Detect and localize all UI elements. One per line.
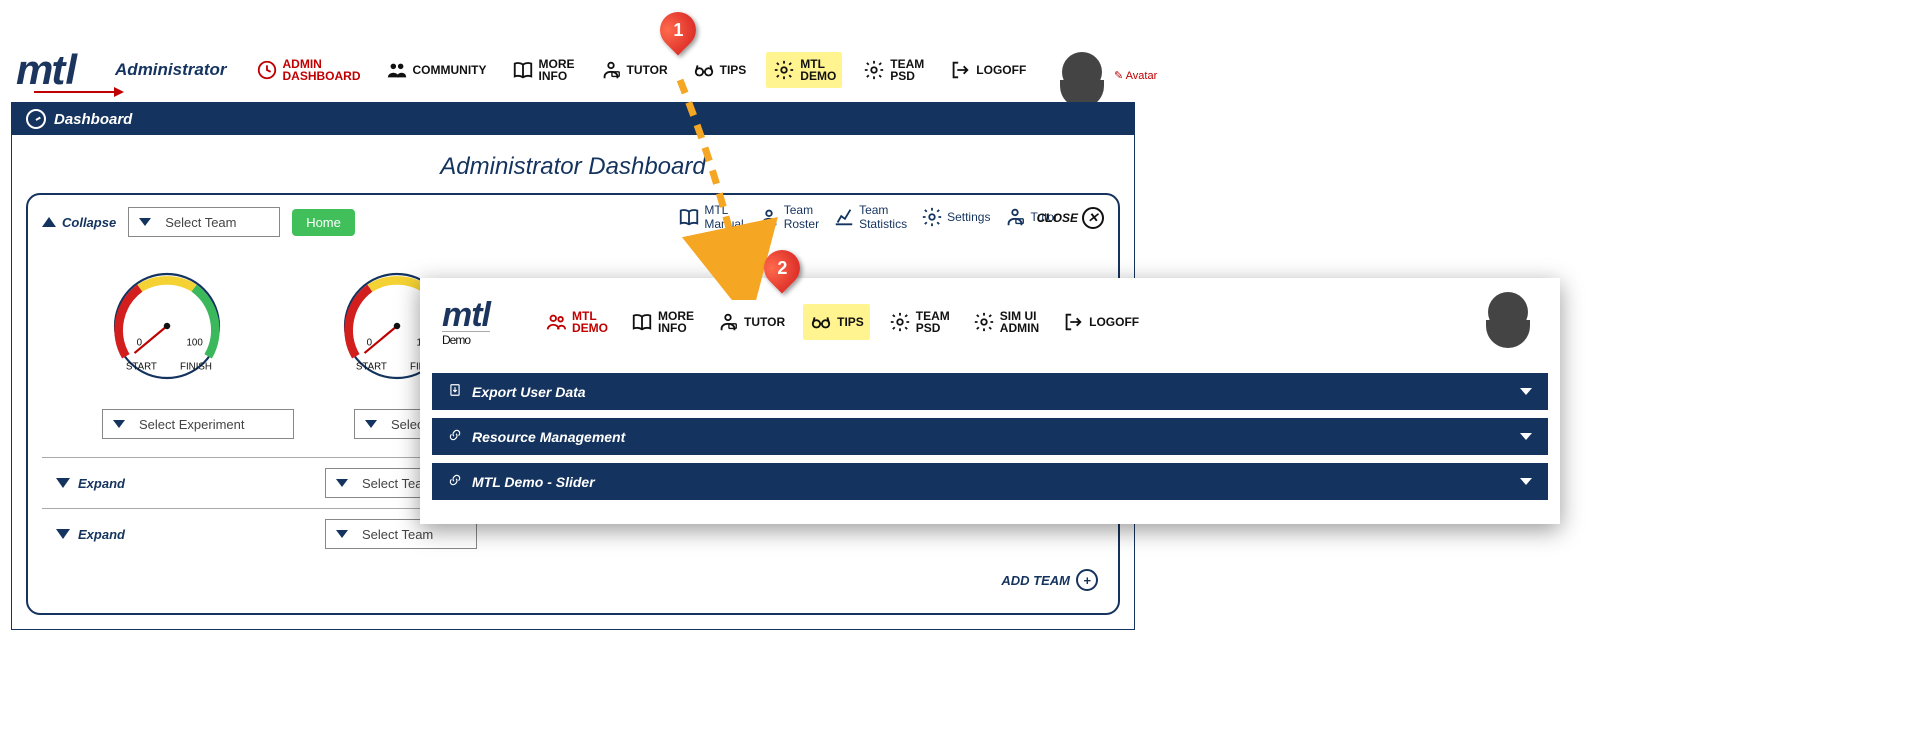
logoff-icon — [948, 58, 972, 82]
people-icon — [385, 58, 409, 82]
link-icon — [448, 428, 462, 445]
book-icon — [630, 310, 654, 334]
stats-icon — [833, 206, 855, 228]
mtl-manual-button[interactable]: MTL Manual — [678, 203, 743, 231]
people-icon — [544, 310, 568, 334]
settings-button[interactable]: Settings — [921, 206, 990, 228]
nav-logoff[interactable]: LOGOFF — [944, 54, 1030, 86]
edit-avatar-link[interactable]: Avatar — [1114, 69, 1157, 82]
role-label: Administrator — [115, 60, 226, 80]
book-icon — [678, 206, 700, 228]
accordion-export-user-data[interactable]: Export User Data — [432, 373, 1548, 410]
demo-nav-logoff[interactable]: LOGOFF — [1057, 306, 1143, 338]
triangle-down-icon — [56, 478, 70, 488]
logo-mtl: mtl — [16, 46, 77, 94]
nav-mtl-demo[interactable]: MTL DEMO — [766, 52, 842, 88]
gear-icon — [772, 58, 796, 82]
home-button[interactable]: Home — [292, 209, 355, 236]
chevron-down-icon — [139, 218, 151, 226]
avatar-icon[interactable] — [1488, 292, 1528, 332]
page-title: Administrator Dashboard — [26, 153, 1120, 181]
logo-mtl-demo: mtl Demo — [442, 296, 490, 347]
chevron-down-icon — [336, 530, 348, 538]
add-team-button[interactable]: ADD TEAM + — [42, 559, 1104, 595]
svg-text:100: 100 — [187, 338, 204, 349]
chevron-down-icon — [336, 479, 348, 487]
collapse-button[interactable]: Collapse — [42, 215, 116, 230]
demo-nav-sim-ui-admin[interactable]: SIM UI ADMIN — [968, 306, 1043, 338]
tutor-icon — [599, 58, 623, 82]
nav-admin-dashboard[interactable]: ADMIN DASHBOARD — [251, 54, 365, 86]
export-icon — [448, 383, 462, 400]
nav-more-info[interactable]: MORE INFO — [507, 54, 579, 86]
accordion-mtl-demo-slider[interactable]: MTL Demo - Slider — [432, 463, 1548, 500]
dashboard-tab: Dashboard — [12, 103, 1134, 135]
select-experiment-dropdown[interactable]: Select Experiment — [102, 409, 294, 439]
demo-user-avatar — [1486, 292, 1534, 338]
chevron-down-icon — [365, 420, 377, 428]
svg-text:0: 0 — [367, 338, 373, 349]
chevron-down-icon — [1520, 388, 1532, 395]
svg-text:START: START — [356, 361, 387, 372]
demo-header: mtl Demo MTL DEMO MORE INFO TUTOR TIPS — [420, 278, 1560, 373]
clock-icon — [255, 58, 279, 82]
main-nav: ADMIN DASHBOARD COMMUNITY MORE INFO TUTO… — [251, 52, 1031, 88]
clock-icon — [26, 109, 46, 129]
gauge: 0 100 START FINISH — [102, 261, 232, 391]
expand-button[interactable]: Expand — [56, 476, 125, 491]
svg-text:0: 0 — [137, 338, 143, 349]
book-icon — [511, 58, 535, 82]
roster-icon — [758, 206, 780, 228]
triangle-down-icon — [56, 529, 70, 539]
nav-tips[interactable]: TIPS — [688, 54, 751, 86]
demo-nav-tutor[interactable]: TUTOR — [712, 306, 789, 338]
avatar-icon[interactable] — [1062, 52, 1102, 92]
admin-header: mtl Administrator ADMIN DASHBOARD COMMUN… — [16, 40, 1030, 100]
link-icon — [448, 473, 462, 490]
glasses-icon — [809, 310, 833, 334]
svg-text:FINISH: FINISH — [180, 361, 212, 372]
demo-nav-more-info[interactable]: MORE INFO — [626, 306, 698, 338]
nav-team-psd[interactable]: TEAM PSD — [858, 54, 928, 86]
team-statistics-button[interactable]: Team Statistics — [833, 203, 907, 231]
team-roster-button[interactable]: Team Roster — [758, 203, 819, 231]
logoff-icon — [1061, 310, 1085, 334]
gear-icon — [862, 58, 886, 82]
close-icon: ✕ — [1082, 207, 1104, 229]
nav-community[interactable]: COMMUNITY — [381, 54, 491, 86]
demo-nav: MTL DEMO MORE INFO TUTOR TIPS TEAM PSD S… — [540, 304, 1143, 340]
demo-nav-team-psd[interactable]: TEAM PSD — [884, 306, 954, 338]
gear-icon — [888, 310, 912, 334]
panel-right-toolbar: MTL Manual Team Roster Team Statistics S… — [678, 203, 1058, 231]
select-team-dropdown[interactable]: Select Team — [128, 207, 280, 237]
logo-arrow-icon — [34, 91, 114, 93]
tutor-icon — [716, 310, 740, 334]
gear-icon — [921, 206, 943, 228]
accordion-resource-management[interactable]: Resource Management — [432, 418, 1548, 455]
demo-window: mtl Demo MTL DEMO MORE INFO TUTOR TIPS — [420, 278, 1560, 524]
demo-nav-tips[interactable]: TIPS — [803, 304, 870, 340]
user-avatar-area: Avatar — [1060, 52, 1157, 98]
glasses-icon — [692, 58, 716, 82]
chevron-down-icon — [113, 420, 125, 428]
expand-button[interactable]: Expand — [56, 527, 125, 542]
triangle-up-icon — [42, 217, 56, 227]
demo-nav-mtl-demo[interactable]: MTL DEMO — [540, 306, 612, 338]
chevron-down-icon — [1520, 433, 1532, 440]
nav-tutor[interactable]: TUTOR — [595, 54, 672, 86]
tutor-icon — [1004, 206, 1026, 228]
plus-icon: + — [1076, 569, 1098, 591]
gear-icon — [972, 310, 996, 334]
close-button[interactable]: CLOSE ✕ — [1037, 207, 1104, 229]
svg-text:START: START — [126, 361, 157, 372]
chevron-down-icon — [1520, 478, 1532, 485]
